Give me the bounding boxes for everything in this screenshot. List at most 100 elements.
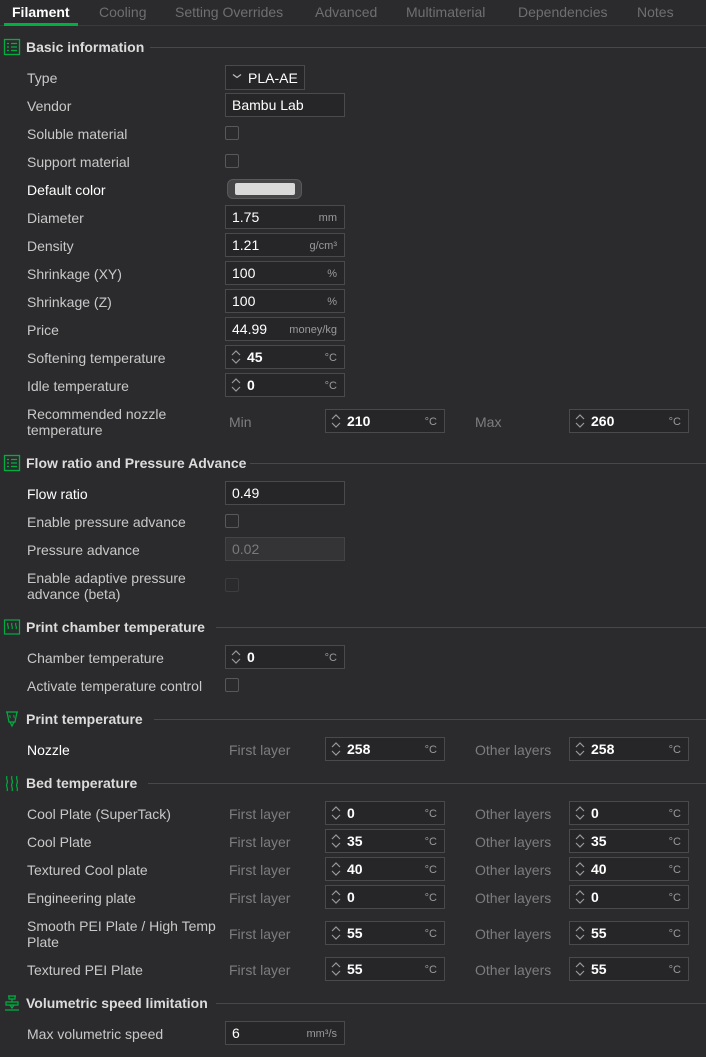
spinner-icon[interactable] (330, 805, 342, 821)
section-divider (148, 783, 706, 784)
bed-other-layers-field[interactable]: 40 °C (569, 857, 689, 881)
bed-first-layer-field[interactable]: 0 °C (325, 885, 445, 909)
spinner-icon[interactable] (330, 413, 342, 429)
spinner-icon[interactable] (574, 833, 586, 849)
enable-pa-checkbox[interactable] (225, 514, 239, 528)
support-checkbox[interactable] (225, 154, 239, 168)
spinner-icon[interactable] (574, 413, 586, 429)
soluble-label: Soluble material (27, 126, 128, 142)
section-divider (250, 463, 706, 464)
rec-nozzle-max-field[interactable]: 260 °C (569, 409, 689, 433)
bed-other-layers-field[interactable]: 35 °C (569, 829, 689, 853)
bed-plate-label: Engineering plate (27, 890, 136, 906)
bed-other-layers-field[interactable]: 55 °C (569, 957, 689, 981)
idle-label: Idle temperature (27, 378, 129, 394)
tab-filament[interactable]: Filament (12, 4, 70, 20)
pa-value: 0.02 (232, 541, 260, 557)
bed-plate-label: Cool Plate (SuperTack) (27, 806, 171, 822)
chamber-temp-label: Chamber temperature (27, 650, 164, 666)
adaptive-pa-checkbox[interactable] (225, 578, 239, 592)
density-value: 1.21 (232, 237, 260, 253)
bed-first-layer-value: 55 (347, 925, 363, 941)
spinner-icon[interactable] (330, 833, 342, 849)
section-flow-ratio: Flow ratio and Pressure Advance (0, 454, 706, 472)
diameter-field[interactable]: 1.75 mm (225, 205, 345, 229)
default-color-button[interactable] (227, 179, 302, 199)
bed-first-layer-field[interactable]: 0 °C (325, 801, 445, 825)
tab-notes[interactable]: Notes (637, 4, 674, 20)
shrink-z-value: 100 (232, 293, 256, 309)
bed-other-layers-field[interactable]: 0 °C (569, 801, 689, 825)
activate-temp-control-checkbox[interactable] (225, 678, 239, 692)
shrink-xy-field[interactable]: 100 % (225, 261, 345, 285)
temp-unit: °C (324, 352, 337, 364)
spinner-icon[interactable] (574, 889, 586, 905)
spinner-icon[interactable] (330, 961, 342, 977)
tab-multimaterial[interactable]: Multimaterial (406, 4, 485, 20)
max-volumetric-speed-field[interactable]: 6 mm³/s (225, 1021, 345, 1045)
section-divider (150, 47, 706, 48)
diameter-label: Diameter (27, 210, 84, 226)
bed-other-layers-field[interactable]: 0 °C (569, 885, 689, 909)
tab-dependencies[interactable]: Dependencies (518, 4, 608, 20)
softening-label: Softening temperature (27, 350, 166, 366)
section-volumetric-speed: Volumetric speed limitation (0, 994, 706, 1012)
color-preview (235, 183, 295, 195)
temp-unit: °C (668, 864, 681, 876)
temp-unit: °C (668, 964, 681, 976)
spinner-icon[interactable] (574, 741, 586, 757)
bed-plate-label: Cool Plate (27, 834, 92, 850)
price-field[interactable]: 44.99 money/kg (225, 317, 345, 341)
volumetric-speed-icon (5, 995, 19, 1011)
bed-other-layers-field[interactable]: 55 °C (569, 921, 689, 945)
bed-other-layers-value: 0 (591, 805, 599, 821)
bed-first-layer-field[interactable]: 55 °C (325, 957, 445, 981)
bed-first-layer-field[interactable]: 40 °C (325, 857, 445, 881)
softening-value: 45 (247, 349, 263, 365)
spinner-icon[interactable] (574, 961, 586, 977)
spinner-icon[interactable] (330, 861, 342, 877)
spinner-icon[interactable] (574, 861, 586, 877)
spinner-icon[interactable] (574, 805, 586, 821)
spinner-icon[interactable] (330, 741, 342, 757)
bed-first-layer-field[interactable]: 55 °C (325, 921, 445, 945)
spinner-icon[interactable] (230, 649, 242, 665)
spinner-icon[interactable] (330, 889, 342, 905)
temp-unit: °C (324, 380, 337, 392)
flow-ratio-field[interactable]: 0.49 (225, 481, 345, 505)
chamber-heat-icon (3, 619, 21, 635)
pa-field[interactable]: 0.02 (225, 537, 345, 561)
tab-bar: Filament Cooling Setting Overrides Advan… (0, 0, 706, 26)
tab-cooling[interactable]: Cooling (99, 4, 146, 20)
chamber-temp-value: 0 (247, 649, 255, 665)
tab-advanced[interactable]: Advanced (315, 4, 377, 20)
section-title: Volumetric speed limitation (26, 995, 208, 1011)
temp-unit: °C (668, 744, 681, 756)
idle-temp-field[interactable]: 0 °C (225, 373, 345, 397)
type-dropdown[interactable]: PLA-AE (225, 65, 305, 90)
tab-setting-overrides[interactable]: Setting Overrides (175, 4, 283, 20)
density-field[interactable]: 1.21 g/cm³ (225, 233, 345, 257)
other-layers-label: Other layers (475, 806, 552, 822)
temp-unit: °C (424, 892, 437, 904)
softening-temp-field[interactable]: 45 °C (225, 345, 345, 369)
idle-value: 0 (247, 377, 255, 393)
first-layer-label: First layer (229, 742, 291, 758)
chamber-temp-field[interactable]: 0 °C (225, 645, 345, 669)
nozzle-other-layers-field[interactable]: 258 °C (569, 737, 689, 761)
spinner-icon[interactable] (230, 377, 242, 393)
vendor-field[interactable]: Bambu Lab (225, 93, 345, 117)
rec-nozzle-min-field[interactable]: 210 °C (325, 409, 445, 433)
soluble-checkbox[interactable] (225, 126, 239, 140)
default-color-label: Default color (27, 182, 106, 198)
nozzle-first-layer-field[interactable]: 258 °C (325, 737, 445, 761)
spinner-icon[interactable] (230, 349, 242, 365)
nozzle-other-layers-value: 258 (591, 741, 615, 757)
spinner-icon[interactable] (574, 925, 586, 941)
bed-first-layer-field[interactable]: 35 °C (325, 829, 445, 853)
nozzle-label: Nozzle (27, 742, 70, 758)
spinner-icon[interactable] (330, 925, 342, 941)
other-layers-label: Other layers (475, 742, 552, 758)
bed-plate-label: Textured Cool plate (27, 862, 148, 878)
shrink-z-field[interactable]: 100 % (225, 289, 345, 313)
